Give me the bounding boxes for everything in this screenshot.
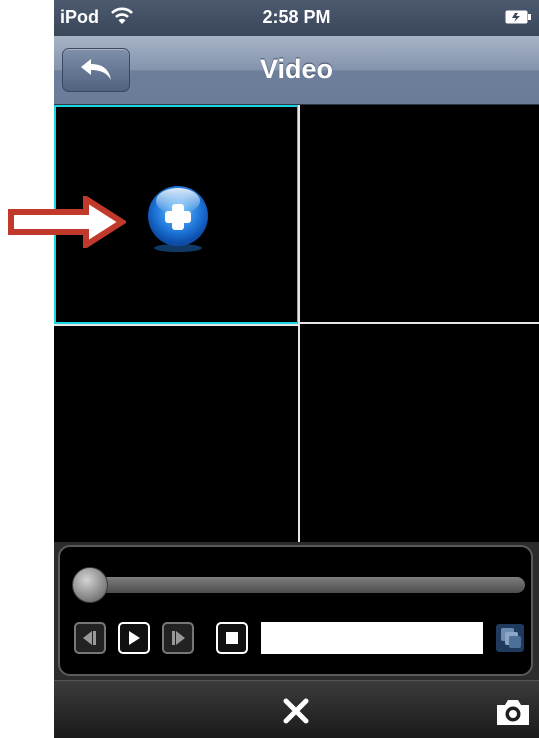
stop-icon [226, 632, 238, 644]
grid-divider-horizontal-left [54, 324, 299, 326]
close-icon[interactable] [282, 697, 310, 725]
add-channel-icon[interactable] [142, 182, 214, 254]
play-icon [129, 631, 140, 645]
playback-panel-container [54, 542, 539, 680]
battery-icon [505, 10, 531, 24]
pointer-arrow-icon [8, 196, 126, 248]
seek-time-field[interactable] [261, 622, 483, 654]
grid-divider-horizontal [299, 322, 539, 324]
playback-slider-thumb[interactable] [72, 567, 108, 603]
page-title: Video [259, 54, 334, 84]
playback-slider-track[interactable] [80, 577, 525, 593]
nav-bar: Video [54, 36, 539, 105]
playback-panel [58, 545, 533, 676]
step-back-icon [83, 631, 96, 645]
video-cell-2[interactable] [301, 105, 539, 322]
camera-icon[interactable] [494, 696, 532, 728]
stop-button[interactable] [216, 622, 248, 654]
phone-screen: iPod 2:58 PM Video [54, 0, 539, 738]
status-time: 2:58 PM [262, 7, 331, 27]
bottom-toolbar [54, 680, 539, 738]
play-button[interactable] [118, 622, 150, 654]
video-grid [54, 105, 539, 542]
status-bar: iPod 2:58 PM [54, 0, 539, 36]
step-forward-button[interactable] [162, 622, 194, 654]
video-cell-4[interactable] [300, 326, 539, 542]
step-back-button[interactable] [74, 622, 106, 654]
video-cell-3[interactable] [54, 326, 298, 542]
layers-icon[interactable] [495, 623, 525, 653]
step-forward-icon [172, 631, 185, 645]
